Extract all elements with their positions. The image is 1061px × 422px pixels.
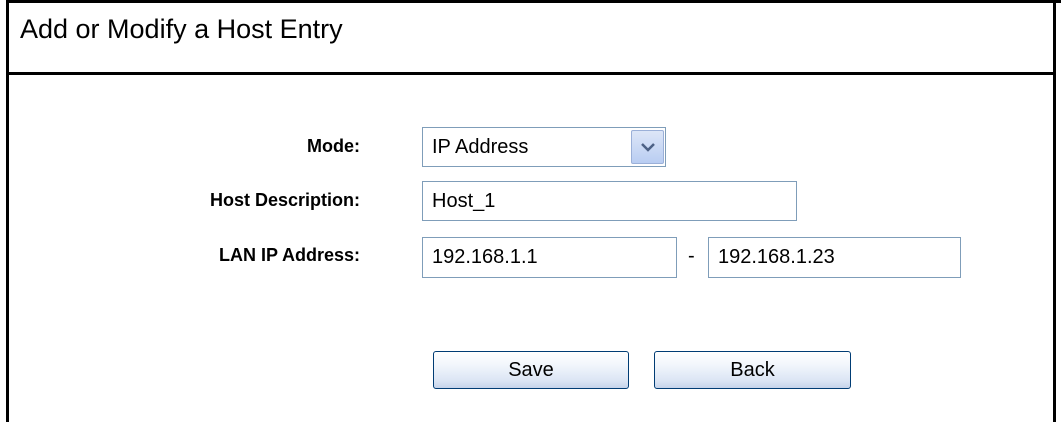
lan-ip-start-input[interactable]: 192.168.1.1 [422,237,677,278]
ip-range-separator: - [688,245,695,267]
mode-select[interactable]: IP Address [422,127,666,167]
mode-select-value: IP Address [432,136,529,158]
lan-ip-label: LAN IP Address: [218,245,360,265]
mode-select-arrow[interactable] [631,130,664,164]
frame-border-top [6,0,1061,3]
chevron-down-icon [641,143,655,152]
host-description-input[interactable]: Host_1 [422,181,797,221]
back-button[interactable]: Back [654,351,851,389]
lan-ip-end-input[interactable]: 192.168.1.23 [708,237,961,278]
mode-label: Mode: [307,136,360,156]
frame-border-left [6,0,9,422]
title-divider [6,72,1056,75]
page-title: Add or Modify a Host Entry [20,14,343,44]
host-description-label: Host Description: [209,190,360,210]
save-button[interactable]: Save [433,351,629,389]
frame-border-right [1053,0,1056,422]
host-entry-page: Add or Modify a Host Entry Mode: IP Addr… [0,0,1061,422]
